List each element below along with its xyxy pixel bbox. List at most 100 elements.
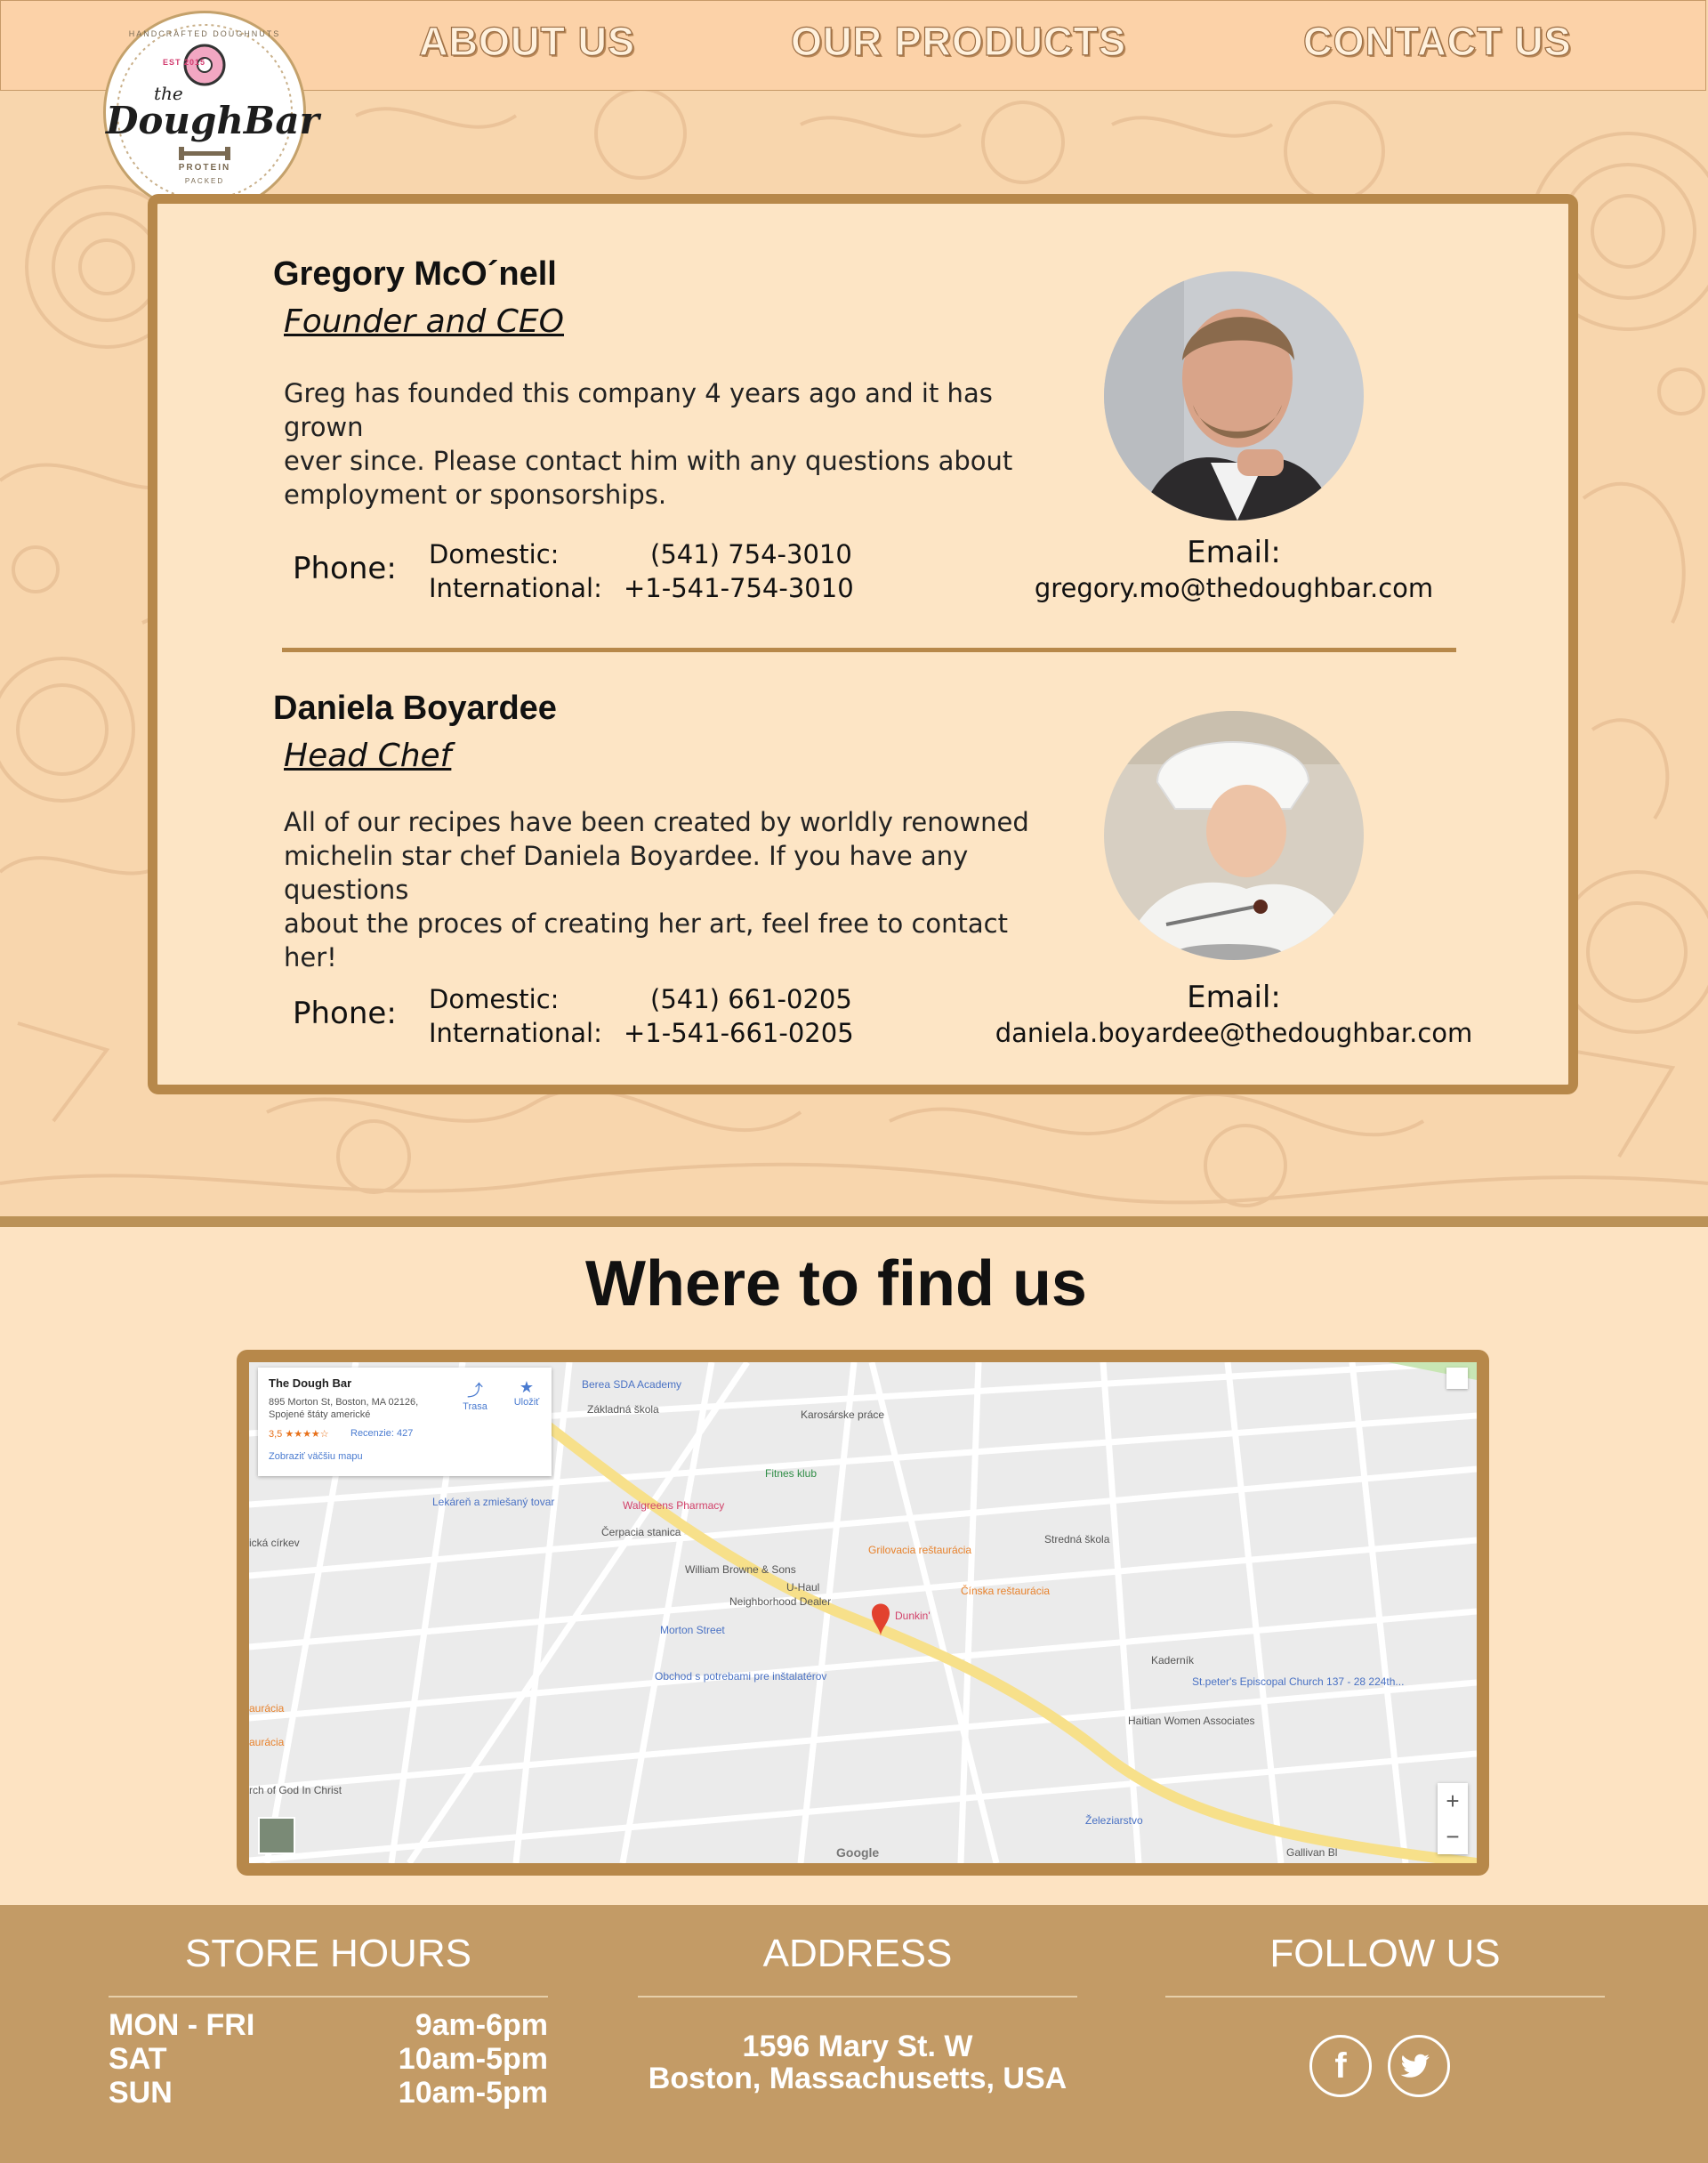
map-label: Kaderník [1151, 1654, 1195, 1667]
street-view-pegman-icon[interactable] [1446, 1368, 1468, 1389]
map-label: Železiarstvo [1085, 1814, 1143, 1827]
place-address: 895 Morton St, Boston, MA 02126, Spojené… [269, 1397, 419, 1420]
section-title-find-us: Where to find us [585, 1248, 1087, 1320]
international-phone[interactable]: +1-541-661-0205 [624, 1018, 854, 1048]
logo-arc-text: HANDCRAFTED DOUGHNUTS [128, 29, 281, 38]
hours-day: SUN [109, 2076, 173, 2110]
map-label: Berea SDA Academy [582, 1378, 682, 1391]
domestic-phone[interactable]: (541) 754-3010 [650, 539, 852, 569]
avatar-daniela [1104, 711, 1364, 960]
footer-rule [1165, 1996, 1605, 1998]
hours-day: SAT [109, 2042, 167, 2076]
view-larger-map-link[interactable]: Zobraziť väčšiu mapu [269, 1451, 363, 1462]
map-label: Čínska reštaurácia [961, 1585, 1051, 1597]
map-label: Čerpacia stanica [601, 1526, 681, 1538]
satellite-toggle[interactable] [258, 1817, 295, 1854]
bio-line: employment or sponsorships. [284, 480, 667, 510]
map-label: Gallivan Bl [1286, 1846, 1338, 1859]
zoom-out-button[interactable]: − [1438, 1819, 1468, 1854]
map-label: Dunkin' [895, 1610, 931, 1622]
map-label: Obchod s potrebami pre inštalatérov [655, 1670, 827, 1683]
bio-line: ever since. Please contact him with any … [284, 446, 1013, 476]
map-label: Morton Street [660, 1624, 725, 1636]
map-label: U-Haul [786, 1581, 820, 1594]
place-rating: 3,5 ★★★★☆ [269, 1429, 329, 1440]
map-label: Základná škola [587, 1403, 659, 1416]
map-label: Stredná škola [1044, 1533, 1110, 1546]
domestic-label: Domestic: [429, 984, 560, 1014]
address-line-1: 1596 Mary St. W [742, 2030, 973, 2063]
twitter-icon[interactable] [1388, 2035, 1450, 2097]
card-divider [282, 648, 1456, 652]
map-label: Neighborhood Dealer [729, 1595, 832, 1608]
address-heading: ADDRESS [762, 1932, 953, 1975]
map-label: Grilovacia reštaurácia [868, 1544, 972, 1556]
international-label: International: [429, 573, 602, 603]
directions-label: Trasa [463, 1401, 487, 1412]
hours-time: 9am-6pm [415, 2008, 548, 2042]
save-label: Uložiť [513, 1397, 540, 1408]
email-label: Email: [1187, 980, 1281, 1015]
address-line-2: Boston, Massachusetts, USA [648, 2062, 1068, 2095]
logo-wordmark: DoughBar [106, 99, 319, 142]
place-title: The Dough Bar [269, 1376, 352, 1390]
map-place-card: The Dough Bar 895 Morton St, Boston, MA … [258, 1368, 552, 1476]
domestic-label: Domestic: [429, 539, 560, 569]
person-role: Founder and CEO [284, 303, 564, 340]
international-label: International: [429, 1018, 602, 1048]
dough-bar-logo[interactable]: EST 2015 the DoughBar PROTEIN PACKED HAN… [103, 11, 319, 214]
map-label: Fitnes klub [765, 1467, 818, 1480]
bio-line: Greg has founded this company 4 years ag… [284, 378, 993, 442]
team-card: Gregory McO´nell Founder and CEO Greg ha… [148, 194, 1578, 1094]
nav-our-products[interactable]: OUR PRODUCTS [790, 18, 1126, 65]
footer-rule [638, 1996, 1077, 1998]
map-label: William Browne & Sons [685, 1563, 796, 1576]
twitter-glyph [1400, 2054, 1430, 2078]
bio-line: michelin star chef Daniela Boyardee. If … [284, 841, 969, 905]
domestic-phone[interactable]: (541) 661-0205 [650, 984, 852, 1014]
embedded-map[interactable]: Berea SDA Academy Základná škola Karosár… [237, 1350, 1489, 1876]
facebook-glyph: f [1334, 2046, 1347, 2086]
nav-about-us[interactable]: ABOUT US [418, 18, 635, 65]
hero-divider [0, 1216, 1708, 1227]
map-label: aurácia [249, 1736, 285, 1748]
phone-label: Phone: [293, 551, 397, 586]
save-place-button[interactable]: ★ Uložiť [507, 1378, 546, 1408]
hours-time: 10am-5pm [398, 2076, 548, 2110]
map-label: Lekáreň a zmiešaný tovar [432, 1496, 555, 1508]
avatar-gregory [1104, 271, 1364, 521]
bio-line: All of our recipes have been created by … [284, 807, 1029, 837]
person-name: Daniela Boyardee [273, 690, 557, 727]
person-bio: All of our recipes have been created by … [284, 805, 1049, 974]
person-role: Head Chef [284, 738, 452, 774]
person-name: Gregory McO´nell [273, 255, 557, 293]
logo-tagline-protein: PROTEIN [178, 163, 231, 173]
map-label: rch of God In Christ [249, 1784, 342, 1796]
nav-contact-us[interactable]: CONTACT US [1302, 18, 1572, 65]
store-hours-heading: STORE HOURS [185, 1932, 471, 1975]
phone-label: Phone: [293, 996, 397, 1031]
bio-line: about the proces of creating her art, fe… [284, 908, 1008, 973]
logo-est: EST 2015 [163, 58, 206, 67]
map-label: St.peter's Episcopal Church 137 - 28 224… [1192, 1675, 1405, 1688]
email-address[interactable]: gregory.mo@thedoughbar.com [958, 573, 1510, 603]
map-label: Walgreens Pharmacy [623, 1499, 725, 1512]
person-bio: Greg has founded this company 4 years ag… [284, 376, 1013, 512]
directions-icon: ⤴ [467, 1382, 483, 1400]
hours-day: MON - FRI [109, 2008, 255, 2042]
place-reviews-link[interactable]: Recenzie: 427 [350, 1428, 413, 1439]
google-logo: Google [836, 1845, 880, 1860]
map-zoom-control: + − [1438, 1783, 1468, 1854]
facebook-icon[interactable]: f [1309, 2035, 1372, 2097]
map-label: aurácia [249, 1702, 285, 1715]
international-phone[interactable]: +1-541-754-3010 [624, 573, 854, 603]
email-label: Email: [1187, 535, 1281, 570]
star-icon: ★ [519, 1378, 535, 1396]
email-address[interactable]: daniela.boyardee@thedoughbar.com [949, 1018, 1519, 1048]
logo-tagline-packed: PACKED [184, 177, 225, 185]
directions-button[interactable]: ⤴ Trasa [455, 1378, 495, 1412]
footer: STORE HOURS MON - FRI 9am-6pm SAT 10am-5… [0, 1905, 1708, 2163]
hours-time: 10am-5pm [398, 2042, 548, 2076]
map-label: Karosárske práce [801, 1408, 885, 1421]
zoom-in-button[interactable]: + [1438, 1783, 1468, 1819]
